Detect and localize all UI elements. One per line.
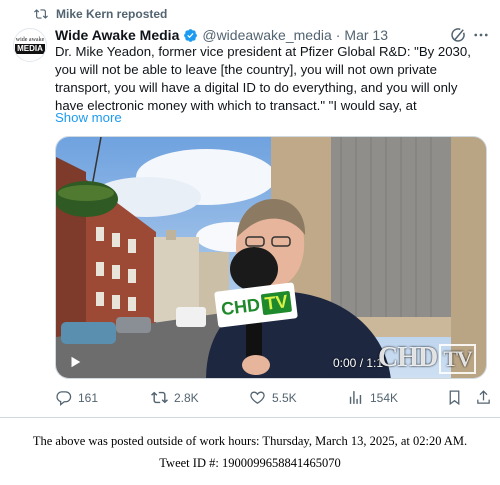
repost-icon bbox=[34, 9, 48, 19]
bookmark-icon[interactable] bbox=[446, 389, 463, 406]
video-time: 0:00 / 1:1 bbox=[333, 356, 384, 370]
avatar-text-bottom: MEDIA bbox=[15, 43, 45, 54]
reply-icon bbox=[56, 391, 72, 406]
repost-indicator: Mike Kern reposted bbox=[34, 6, 167, 22]
footer-line-tweet-id: Tweet ID #: 1900099658841465070 bbox=[159, 456, 341, 470]
video-watermark: CHD TV bbox=[378, 342, 476, 374]
heart-icon bbox=[250, 391, 265, 404]
repost-count: 2.8K bbox=[174, 390, 199, 405]
tweet-card[interactable]: Mike Kern reposted wide awake MEDIA Wide… bbox=[0, 0, 500, 418]
reply-button[interactable]: 161 bbox=[55, 389, 98, 406]
like-count: 5.5K bbox=[272, 390, 297, 405]
watermark-tv: TV bbox=[439, 344, 476, 374]
tweet-date[interactable]: Mar 13 bbox=[344, 27, 388, 43]
views-chart-icon bbox=[349, 391, 362, 404]
play-icon[interactable] bbox=[68, 355, 82, 369]
repost-button[interactable]: 2.8K bbox=[151, 389, 199, 406]
tweet-header: Wide Awake Media @wideawake_media · Mar … bbox=[55, 26, 388, 44]
tweet-actions: 161 2.8K 5.5K 154K bbox=[55, 389, 495, 409]
author-handle[interactable]: @wideawake_media bbox=[202, 27, 331, 43]
tweet-text: Dr. Mike Yeadon, former vice president a… bbox=[55, 44, 471, 113]
like-button[interactable]: 5.5K bbox=[249, 389, 297, 406]
separator-dot: · bbox=[335, 27, 341, 43]
reply-count: 161 bbox=[78, 390, 99, 405]
repost-label[interactable]: Mike Kern reposted bbox=[56, 7, 167, 21]
verified-badge-icon bbox=[184, 28, 198, 42]
more-options-icon[interactable] bbox=[472, 26, 490, 44]
share-icon[interactable] bbox=[475, 389, 492, 406]
retweet-icon bbox=[151, 391, 168, 404]
view-count: 154K bbox=[370, 390, 399, 405]
watermark-text: CHD bbox=[378, 342, 438, 373]
mic-flag-tv: TV bbox=[260, 290, 293, 315]
grok-icon[interactable] bbox=[449, 26, 467, 44]
footer-caption: The above was posted outside of work hou… bbox=[0, 430, 500, 474]
footer-line-posted: The above was posted outside of work hou… bbox=[32, 434, 468, 448]
author-name[interactable]: Wide Awake Media bbox=[55, 27, 179, 43]
show-more-link[interactable]: Show more bbox=[55, 110, 122, 125]
avatar[interactable]: wide awake MEDIA bbox=[13, 28, 47, 62]
views-button[interactable]: 154K bbox=[347, 389, 398, 406]
avatar-text-top: wide awake bbox=[15, 36, 45, 43]
mic-flag-text: CHD bbox=[219, 294, 262, 319]
video-player[interactable]: CHD TV 0:00 / 1:1 CHD TV bbox=[55, 136, 487, 379]
